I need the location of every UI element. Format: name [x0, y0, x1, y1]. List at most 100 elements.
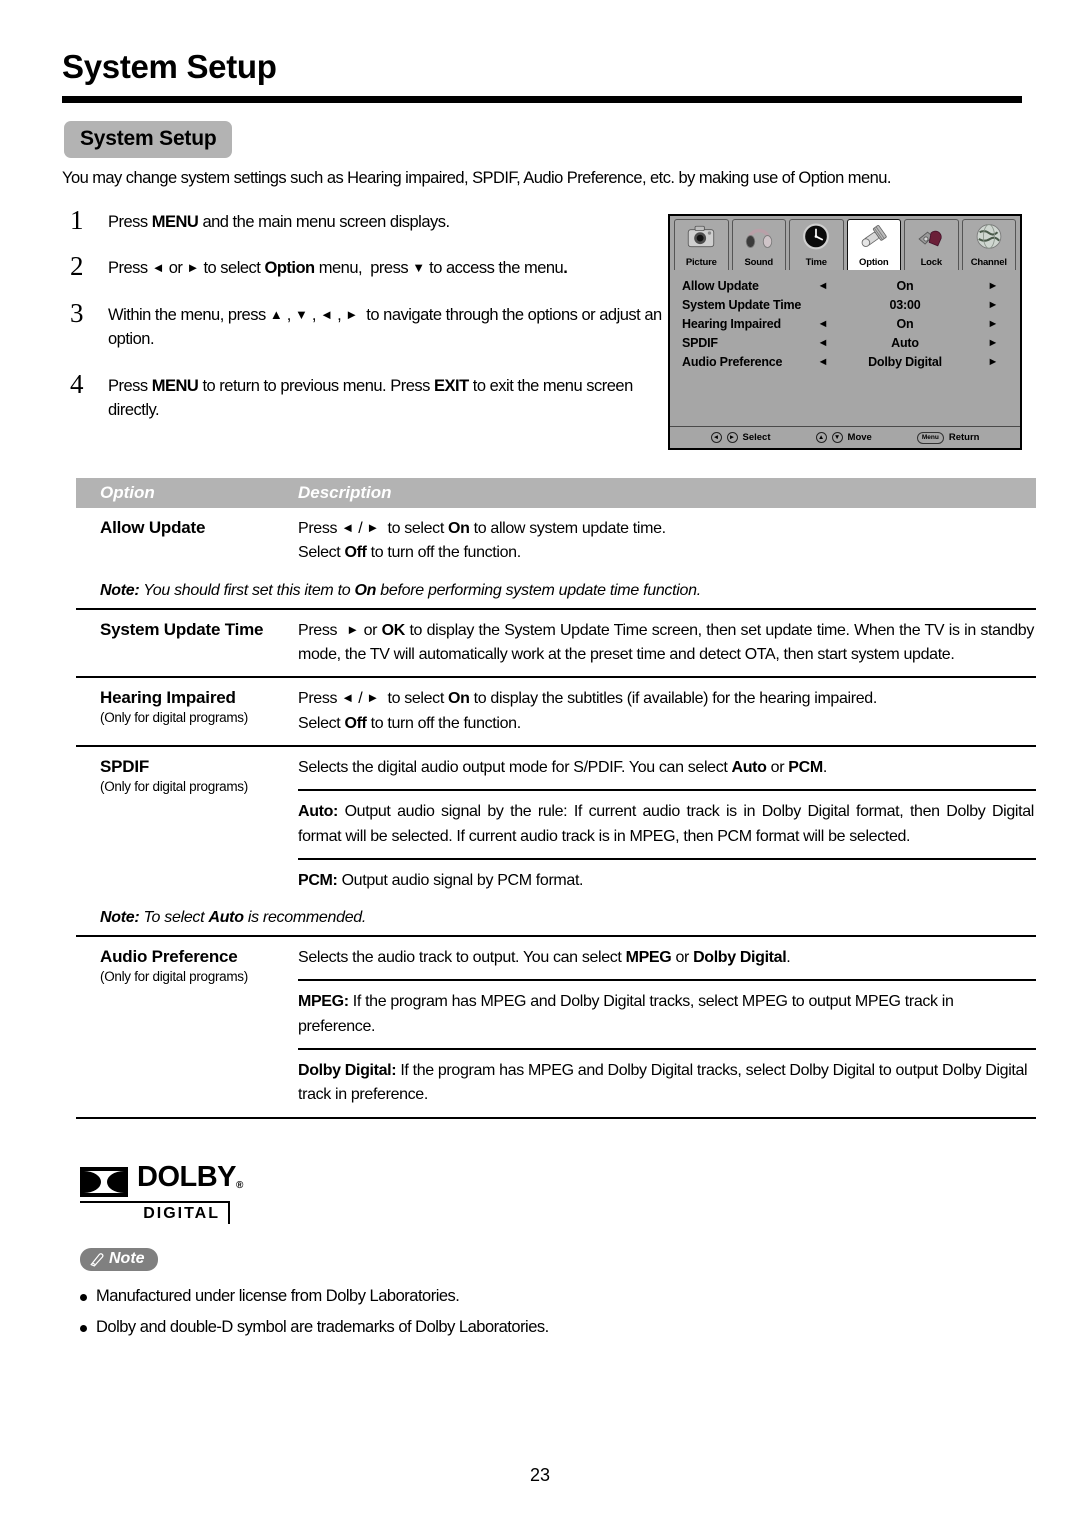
- osd-tab-channel[interactable]: Channel: [961, 219, 1016, 270]
- osd-row-system-update-time[interactable]: System Update Time 03:00 ►: [682, 295, 1010, 314]
- down-arrow-key-icon: ▼: [831, 432, 843, 443]
- osd-row-left-arrow-icon[interactable]: ◄: [812, 318, 834, 330]
- gear-tool-icon: [857, 222, 891, 252]
- page-number: 23: [529, 1465, 551, 1485]
- clock-icon: [799, 222, 833, 252]
- note-item-text: Dolby and double-D symbol are trademarks…: [96, 1318, 549, 1337]
- description-block: Press ◄ / ► to select On to allow system…: [298, 520, 666, 562]
- osd-row-allow-update[interactable]: Allow Update ◄ On ►: [682, 276, 1010, 295]
- table-row: SPDIF (Only for digital programs) Selects …: [76, 747, 1036, 938]
- note-list-item: Dolby and double-D symbol are trademarks…: [80, 1312, 980, 1343]
- camera-icon: [684, 222, 718, 252]
- osd-tab-bar: Picture Sound Time Option Lock Channel: [670, 216, 1020, 270]
- osd-row-label: System Update Time: [682, 297, 802, 312]
- menu-key-icon: Menu: [916, 431, 944, 444]
- osd-row-label: Audio Preference: [682, 354, 783, 369]
- osd-row-audio-preference[interactable]: Audio Preference ◄ Dolby Digital ►: [682, 352, 1010, 371]
- headphones-icon: [742, 222, 776, 252]
- option-cell: System Update Time: [76, 610, 298, 677]
- table-header-description: Description: [298, 483, 392, 502]
- osd-row-left-arrow-icon[interactable]: ◄: [812, 280, 834, 292]
- osd-row-left-arrow-icon[interactable]: ◄: [812, 337, 834, 349]
- step-text: Press ◄ or ► to select Option menu, pres…: [108, 259, 568, 278]
- option-name: Audio Preference: [100, 947, 238, 967]
- osd-hint-return: Menu Return: [916, 431, 980, 444]
- osd-row-value: 03:00: [889, 297, 921, 312]
- osd-row-value: On: [896, 316, 914, 331]
- note-items: Manufactured under license from Dolby La…: [80, 1281, 980, 1344]
- step-text: Press MENU and the main menu screen disp…: [108, 213, 450, 231]
- osd-row-right-arrow-icon[interactable]: ►: [976, 299, 1010, 311]
- option-name: Hearing Impaired: [100, 688, 236, 708]
- osd-select-label: Select: [742, 432, 771, 443]
- description-block: Press ◄ / ► to select On to display the …: [298, 690, 877, 732]
- registered-mark: ®: [236, 1180, 243, 1191]
- osd-row-right-arrow-icon[interactable]: ►: [976, 280, 1010, 292]
- padlock-icon: [914, 222, 948, 252]
- osd-tab-option[interactable]: Option: [846, 219, 901, 270]
- description-block: PCM: Output audio signal by PCM format.: [298, 857, 1036, 902]
- osd-row-spdif[interactable]: SPDIF ◄ Auto ►: [682, 333, 1010, 352]
- osd-tab-picture[interactable]: Picture: [674, 219, 729, 270]
- globe-icon: [972, 222, 1006, 252]
- bullet-icon: [80, 1325, 87, 1333]
- table-row-main: Hearing Impaired (Only for digital progra…: [76, 678, 1036, 745]
- left-arrow-key-icon: ◄: [710, 432, 722, 443]
- option-cell: Allow Update: [76, 508, 298, 575]
- inline-note: Note: To select Auto is recommended.: [100, 909, 367, 927]
- osd-hint-select: ◄ ► Select: [710, 432, 771, 443]
- table-row-main: SPDIF (Only for digital programs) Selects …: [76, 747, 1036, 902]
- table-row-main: System Update Time Press ► or OK to displ…: [76, 610, 1036, 677]
- table-row: Allow Update Press ◄ / ► to select On to …: [76, 508, 1036, 610]
- table-row-main: Allow Update Press ◄ / ► to select On to …: [76, 508, 1036, 575]
- steps-list: 1 Press MENU and the main menu screen dis…: [70, 206, 670, 440]
- osd-row-value: On: [896, 278, 914, 293]
- osd-row-label: Allow Update: [682, 278, 759, 293]
- step-4: 4 Press MENU to return to previous menu. …: [70, 370, 670, 423]
- osd-row-left-arrow-icon[interactable]: ◄: [812, 356, 834, 368]
- osd-tab-sound[interactable]: Sound: [731, 219, 786, 270]
- dolby-digital-logo: DOLBY® DIGITAL: [80, 1163, 243, 1224]
- osd-tab-label: Lock: [920, 257, 943, 268]
- osd-move-label: Move: [847, 432, 872, 443]
- step-number: 4: [70, 368, 84, 399]
- table-row: System Update Time Press ► or OK to displ…: [76, 610, 1036, 679]
- osd-row-label: Hearing Impaired: [682, 316, 781, 331]
- description-block: MPEG: If the program has MPEG and Dolby …: [298, 979, 1036, 1048]
- osd-row-hearing-impaired[interactable]: Hearing Impaired ◄ On ►: [682, 314, 1010, 333]
- step-text: Within the menu, press ▲ , ▼ , ◄ , ► to …: [108, 305, 662, 349]
- right-arrow-key-icon: ►: [726, 432, 738, 443]
- osd-tab-time[interactable]: Time: [789, 219, 844, 270]
- page-title: System Setup: [62, 48, 277, 85]
- description-cell: Selects the digital audio output mode fo…: [298, 747, 1036, 902]
- option-name: Allow Update: [100, 518, 206, 537]
- option-name: SPDIF: [100, 756, 150, 776]
- table-header-option: Option: [100, 483, 155, 502]
- manual-page: System Setup System Setup You may change…: [0, 0, 1080, 1527]
- table-row: Audio Preference (Only for digital progra…: [76, 937, 1036, 1119]
- osd-row-right-arrow-icon[interactable]: ►: [976, 337, 1010, 349]
- description-cell: Press ◄ / ► to select On to allow system…: [298, 508, 1036, 575]
- osd-tab-lock[interactable]: Lock: [904, 219, 959, 270]
- osd-tab-label: Picture: [685, 257, 717, 268]
- step-2: 2 Press ◄ or ► to select Option menu, pre…: [70, 251, 670, 282]
- osd-tab-label: Time: [805, 257, 827, 268]
- osd-return-label: Return: [948, 432, 980, 443]
- table-header-row: Option Description: [76, 478, 1036, 508]
- osd-row-right-arrow-icon[interactable]: ►: [976, 318, 1010, 330]
- option-subnote: (Only for digital programs): [100, 969, 248, 985]
- title-divider: [62, 96, 1022, 103]
- step-number: 3: [70, 297, 84, 328]
- step-1: 1 Press MENU and the main menu screen dis…: [70, 205, 670, 235]
- section-badge: System Setup: [64, 121, 233, 158]
- osd-row-value: Dolby Digital: [868, 354, 942, 369]
- step-number: 2: [70, 251, 84, 282]
- step-number: 1: [70, 205, 84, 235]
- osd-row-right-arrow-icon[interactable]: ►: [976, 356, 1010, 368]
- intro-paragraph: You may change system settings such as H…: [62, 169, 891, 187]
- note-badge: Note: [80, 1248, 158, 1271]
- table-row-main: Audio Preference (Only for digital progra…: [76, 937, 1036, 1117]
- option-cell: Audio Preference (Only for digital progra…: [76, 937, 298, 1117]
- description-cell: Selects the audio track to output. You c…: [298, 937, 1036, 1117]
- osd-row-label: SPDIF: [682, 335, 718, 350]
